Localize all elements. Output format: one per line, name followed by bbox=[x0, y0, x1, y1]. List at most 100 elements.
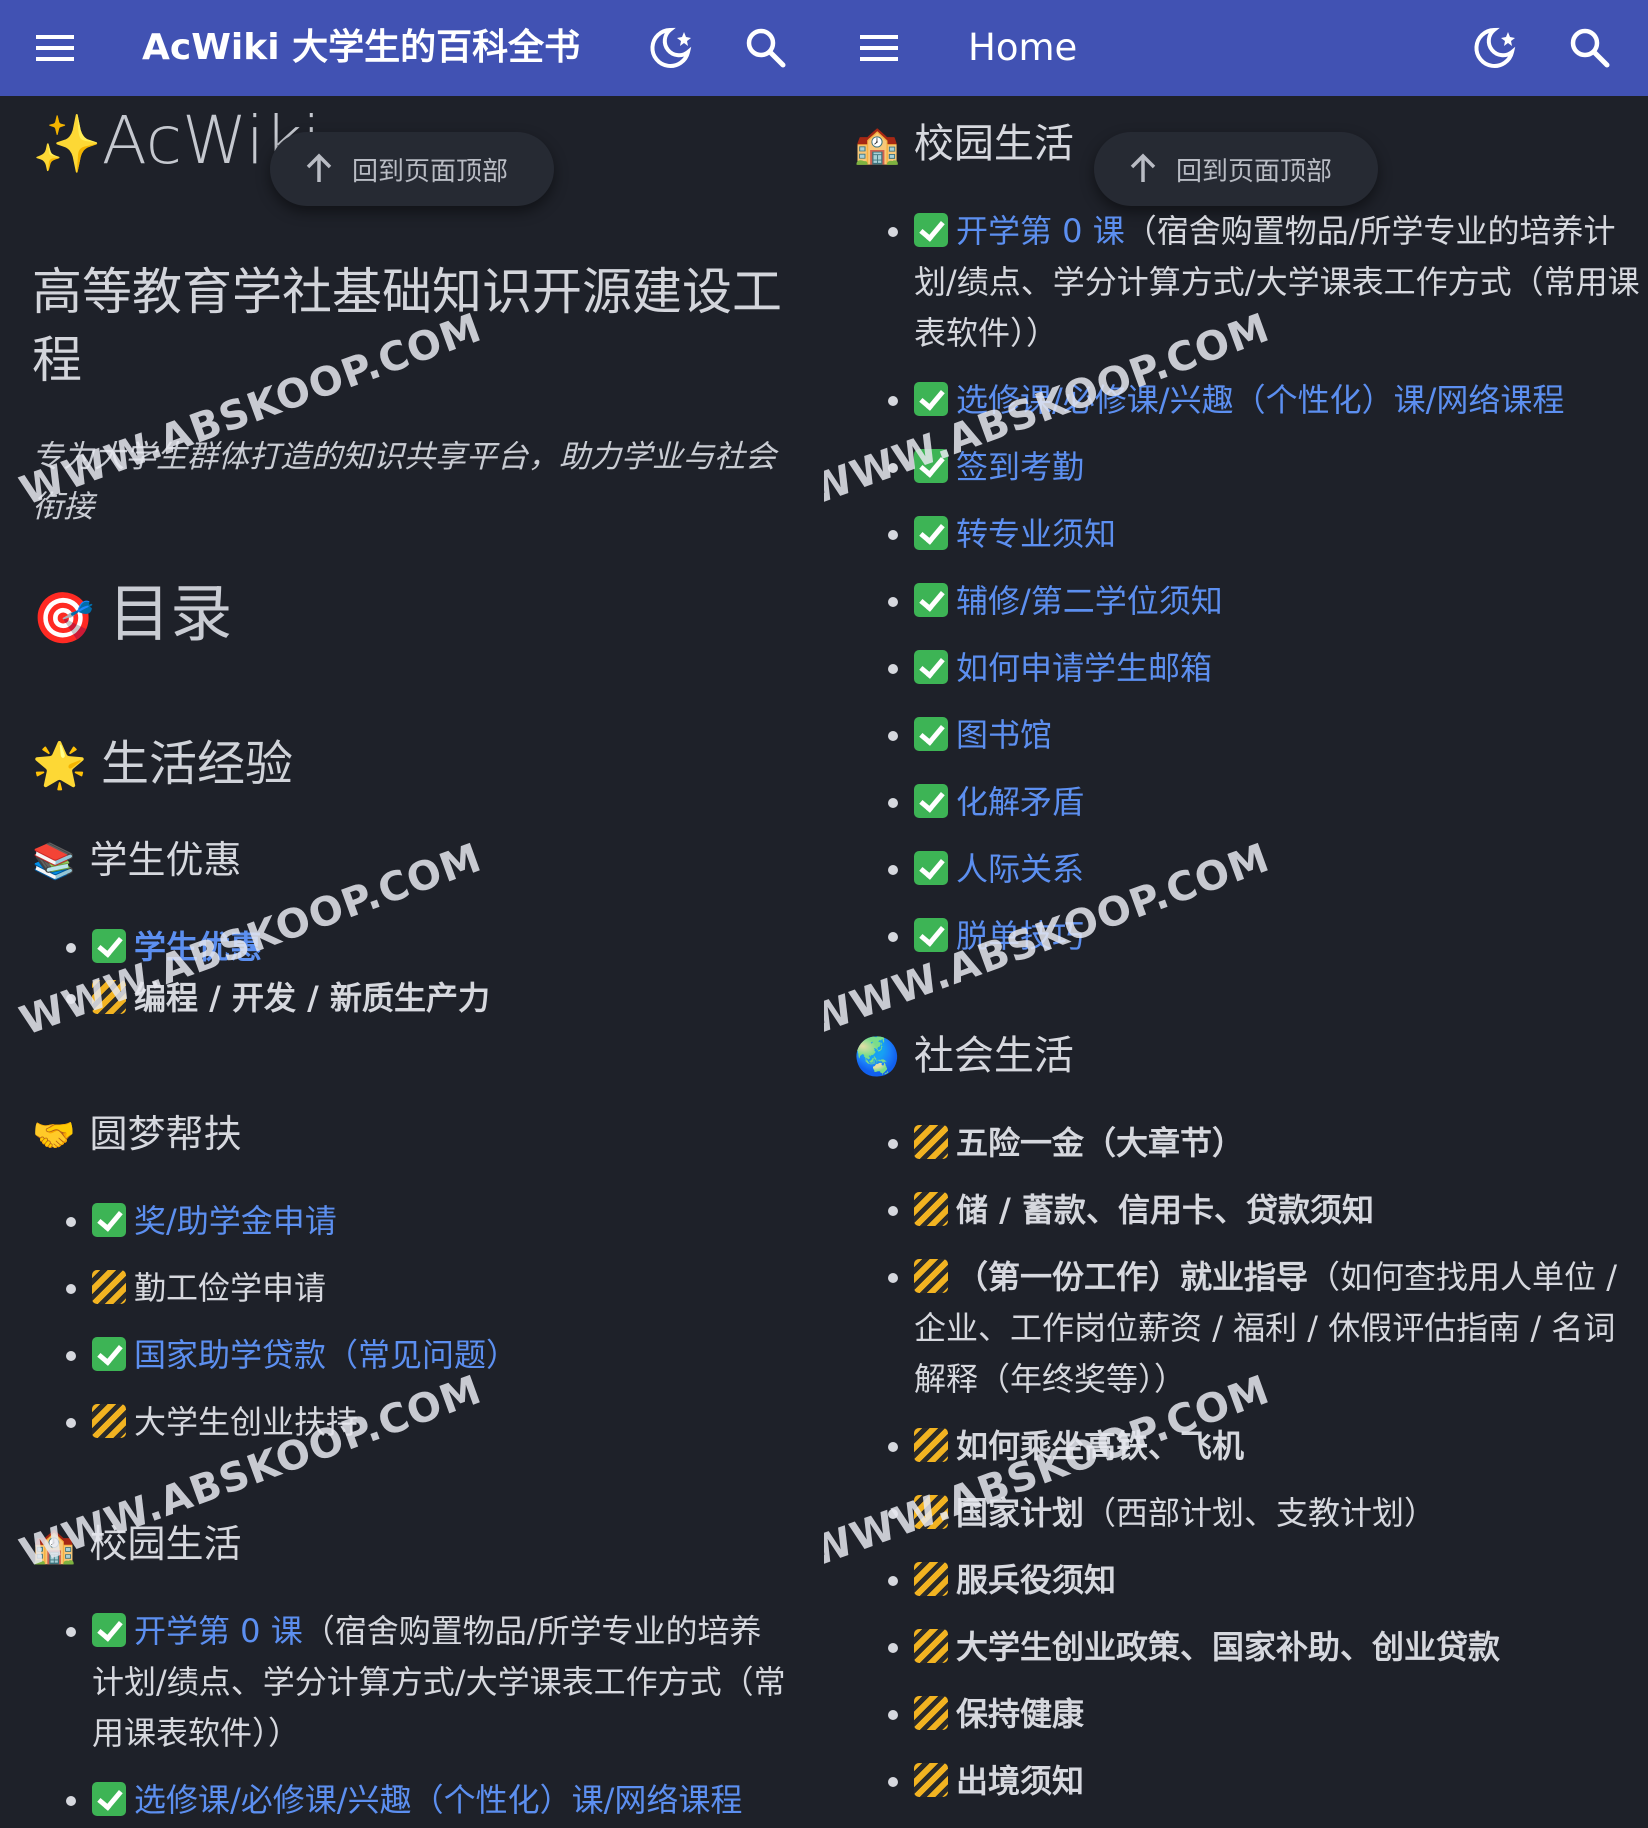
list-item[interactable]: 签到考勤 bbox=[854, 442, 1644, 493]
books-icon: 📚 bbox=[32, 842, 76, 882]
subsection-heading-support: 🤝 圆梦帮扶 bbox=[32, 1108, 242, 1162]
construction-icon bbox=[914, 1192, 948, 1226]
list-item[interactable]: 人际关系 bbox=[854, 844, 1644, 895]
list-item: 编程 / 开发 / 新质生产力 bbox=[32, 973, 792, 1024]
list-item[interactable]: 国家助学贷款（常见问题） bbox=[32, 1330, 792, 1381]
list-item: 国家计划（西部计划、支教计划） bbox=[854, 1488, 1644, 1539]
search-icon bbox=[746, 28, 786, 68]
dark-mode-toggle[interactable] bbox=[640, 18, 700, 78]
school-icon: 🏫 bbox=[854, 123, 900, 166]
list-item: （第一份工作）就业指导（如何查找用人单位 / 企业、工作岗位薪资 / 福利 / … bbox=[854, 1252, 1644, 1405]
school-icon: 🏫 bbox=[32, 1526, 76, 1566]
list-item[interactable]: 辅修/第二学位须知 bbox=[854, 576, 1644, 627]
list-item: 勤工俭学申请 bbox=[32, 1263, 792, 1314]
list-item: 大学生创业政策、国家补助、创业贷款 bbox=[854, 1622, 1644, 1673]
list-item[interactable]: 图书馆 bbox=[854, 710, 1644, 761]
list-item[interactable]: 如何申请学生邮箱 bbox=[854, 643, 1644, 694]
section-heading-life: 🌟 生活经验 bbox=[32, 732, 293, 798]
globe-icon: 🌏 bbox=[854, 1035, 900, 1078]
list-item: 如何乘坐高铁、飞机 bbox=[854, 1421, 1644, 1472]
list-item[interactable]: 开学第 0 课（宿舍购置物品/所学专业的培养计划/绩点、学分计算方式/大学课表工… bbox=[32, 1606, 792, 1759]
back-to-top-button[interactable]: 回到页面顶部 bbox=[270, 132, 554, 206]
construction-icon bbox=[914, 1259, 948, 1293]
support-list: 奖/助学金申请 勤工俭学申请 国家助学贷款（常见问题） 大学生创业扶持 bbox=[32, 1196, 792, 1448]
toc-heading: 🎯 目录 bbox=[32, 574, 232, 658]
check-icon bbox=[914, 784, 948, 818]
subsection-heading-campus: 🏫 校园生活 bbox=[32, 1518, 242, 1572]
page-title[interactable]: Home bbox=[968, 22, 1077, 74]
construction-icon bbox=[92, 1404, 126, 1438]
target-icon: 🎯 bbox=[32, 589, 95, 647]
menu-button[interactable] bbox=[26, 18, 86, 78]
search-button[interactable] bbox=[736, 18, 796, 78]
construction-icon bbox=[914, 1629, 948, 1663]
check-icon bbox=[914, 851, 948, 885]
back-to-top-button[interactable]: 回到页面顶部 bbox=[1094, 132, 1378, 206]
list-item[interactable]: 选修课/必修课/兴趣（个性化）课/网络课程 bbox=[32, 1775, 792, 1826]
dark-mode-toggle[interactable] bbox=[1464, 18, 1524, 78]
check-icon bbox=[92, 1613, 126, 1647]
construction-icon bbox=[92, 980, 126, 1014]
check-icon bbox=[914, 650, 948, 684]
list-item: 保持健康 bbox=[854, 1689, 1644, 1740]
check-icon bbox=[914, 918, 948, 952]
check-icon bbox=[914, 449, 948, 483]
list-item[interactable]: 学生优惠 bbox=[32, 922, 792, 973]
top-app-bar: AcWiki 大学生的百科全书 bbox=[0, 0, 824, 96]
construction-icon bbox=[914, 1495, 948, 1529]
check-icon bbox=[914, 583, 948, 617]
construction-icon bbox=[914, 1428, 948, 1462]
list-item: 大学生创业扶持 bbox=[32, 1397, 792, 1448]
list-item: 出境须知 bbox=[854, 1756, 1644, 1807]
construction-icon bbox=[914, 1562, 948, 1596]
arrow-up-icon bbox=[1130, 153, 1156, 182]
back-to-top-label: 回到页面顶部 bbox=[1176, 156, 1333, 187]
handshake-icon: 🤝 bbox=[32, 1116, 76, 1156]
list-item[interactable]: 化解矛盾 bbox=[854, 777, 1644, 828]
arrow-up-icon bbox=[306, 153, 332, 182]
list-item: 储 / 蓄款、信用卡、贷款须知 bbox=[854, 1185, 1644, 1236]
menu-icon bbox=[860, 35, 898, 61]
construction-icon bbox=[914, 1763, 948, 1797]
construction-icon bbox=[914, 1696, 948, 1730]
search-icon bbox=[1570, 28, 1610, 68]
construction-icon bbox=[92, 1270, 126, 1304]
campus-list-left: 开学第 0 课（宿舍购置物品/所学专业的培养计划/绩点、学分计算方式/大学课表工… bbox=[32, 1606, 792, 1826]
check-icon bbox=[92, 1337, 126, 1371]
check-icon bbox=[92, 1782, 126, 1816]
construction-icon bbox=[914, 1125, 948, 1159]
menu-button[interactable] bbox=[850, 18, 910, 78]
discount-list: 学生优惠 编程 / 开发 / 新质生产力 bbox=[32, 922, 792, 1024]
menu-icon bbox=[36, 35, 74, 61]
society-list: 五险一金（大章节） 储 / 蓄款、信用卡、贷款须知 （第一份工作）就业指导（如何… bbox=[854, 1118, 1644, 1807]
list-item[interactable]: 转专业须知 bbox=[854, 509, 1644, 560]
page-headline: 高等教育学社基础知识开源建设工程 bbox=[32, 263, 782, 389]
subsection-heading-society: 🌏 社会生活 bbox=[854, 1030, 1074, 1083]
sparkles-icon: ✨ bbox=[32, 112, 102, 177]
check-icon bbox=[92, 1203, 126, 1237]
check-icon bbox=[914, 213, 948, 247]
list-item[interactable]: 选修课/必修课/兴趣（个性化）课/网络课程 bbox=[854, 375, 1644, 426]
check-icon bbox=[92, 929, 126, 963]
check-icon bbox=[914, 516, 948, 550]
back-to-top-label: 回到页面顶部 bbox=[352, 156, 509, 187]
check-icon bbox=[914, 382, 948, 416]
left-pane: AcWiki 大学生的百科全书 ✨AcWiki 回到页面顶部 高等教育学社基础知… bbox=[0, 0, 824, 1828]
top-app-bar: Home bbox=[824, 0, 1648, 96]
search-button[interactable] bbox=[1560, 18, 1620, 78]
list-item: 五险一金（大章节） bbox=[854, 1118, 1644, 1169]
check-icon bbox=[914, 717, 948, 751]
list-item[interactable]: 脱单技巧 bbox=[854, 911, 1644, 962]
list-item[interactable]: 奖/助学金申请 bbox=[32, 1196, 792, 1247]
star-icon: 🌟 bbox=[32, 740, 87, 791]
list-item: 服兵役须知 bbox=[854, 1555, 1644, 1606]
moon-icon bbox=[650, 27, 692, 68]
subsection-heading-discount: 📚 学生优惠 bbox=[32, 834, 242, 888]
subsection-heading-campus: 🏫 校园生活 bbox=[854, 118, 1074, 171]
page-tagline: 专为大学生群体打造的知识共享平台，助力学业与社会衔接 bbox=[32, 439, 776, 525]
moon-icon bbox=[1474, 27, 1516, 68]
link-student-discount[interactable]: 学生优惠 bbox=[134, 928, 262, 966]
list-item[interactable]: 开学第 0 课（宿舍购置物品/所学专业的培养计划/绩点、学分计算方式/大学课表工… bbox=[854, 206, 1644, 359]
right-pane: Home 🏫 校园生活 回到页面顶部 开学第 0 课（宿舍购置物品/所学专业的培养… bbox=[824, 0, 1648, 1828]
site-title[interactable]: AcWiki 大学生的百科全书 bbox=[142, 22, 580, 74]
